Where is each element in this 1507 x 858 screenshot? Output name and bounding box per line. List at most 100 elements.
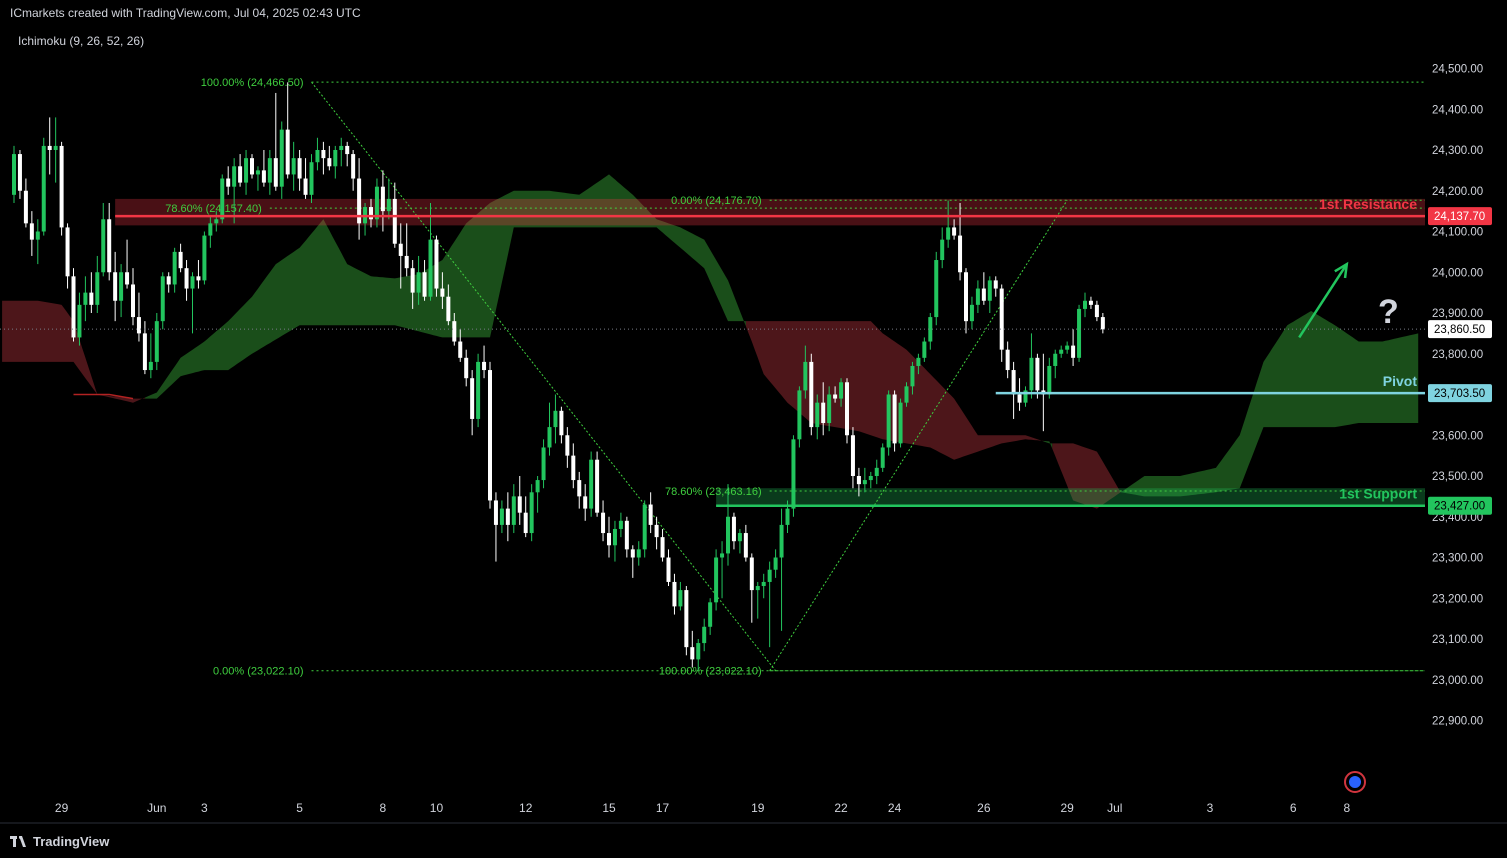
candle-body <box>904 386 909 403</box>
candle-body <box>553 410 558 428</box>
candle-bearish <box>71 268 76 342</box>
candle-body <box>131 284 135 318</box>
candle-body <box>422 272 427 297</box>
candle-body <box>779 524 784 558</box>
candle-body <box>119 272 124 301</box>
candle-body <box>59 145 64 228</box>
y-tick-label: 24,400.00 <box>1432 104 1483 116</box>
candle-body <box>755 586 760 591</box>
candle-bearish <box>488 361 492 509</box>
candle-body <box>172 251 177 285</box>
candle-body <box>440 288 445 297</box>
tradingview-logo[interactable]: TradingView <box>10 831 109 851</box>
candle-body <box>178 251 183 269</box>
candle-body <box>53 145 58 150</box>
price-chart[interactable]: 100.00% (24,466.50)78.60% (24,157.40)0.0… <box>0 0 1507 858</box>
x-tick-label: 17 <box>656 801 670 815</box>
fib-level-label: 78.60% (23,463.16) <box>665 486 762 498</box>
candle-body <box>29 223 34 240</box>
candle-bullish <box>714 549 719 611</box>
candle-body <box>630 549 635 558</box>
candle-body <box>1083 300 1087 309</box>
candle-body <box>1065 345 1070 350</box>
candle-body <box>595 459 600 513</box>
candle-body <box>827 394 832 424</box>
candle-body <box>726 516 730 554</box>
candle-body <box>690 647 695 660</box>
candle-body <box>589 459 594 509</box>
x-tick-label: 29 <box>1060 801 1074 815</box>
candle-body <box>333 150 338 167</box>
candle-body <box>999 288 1004 350</box>
candle-body <box>714 557 719 603</box>
candle-body <box>1077 308 1082 358</box>
candle-body <box>892 394 897 444</box>
candle-body <box>731 516 736 542</box>
y-tick-label: 23,500.00 <box>1432 471 1483 483</box>
candle-body <box>404 255 409 269</box>
candle-body <box>803 361 808 391</box>
x-tick-label: 3 <box>1207 801 1214 815</box>
candle-bullish <box>529 484 534 542</box>
candle-body <box>1088 300 1093 305</box>
candle-body <box>41 145 46 232</box>
candle-body <box>208 223 213 236</box>
candle-body <box>482 361 487 371</box>
x-tick-label: 8 <box>1343 801 1350 815</box>
last-price-label: 23,860.50 <box>1434 324 1485 336</box>
candle-bearish <box>59 141 64 236</box>
tradingview-wordmark: TradingView <box>33 833 110 849</box>
level-value-1st-support: 23,427.00 <box>1434 501 1485 513</box>
candle-body <box>845 382 849 436</box>
candle-body <box>910 365 915 387</box>
candle-bullish <box>476 353 481 428</box>
candle-bullish <box>154 313 159 371</box>
candle-bearish <box>845 378 849 444</box>
x-tick-label: 8 <box>380 801 387 815</box>
candle-body <box>1059 349 1064 354</box>
candle-body <box>125 272 130 285</box>
x-tick-label: 6 <box>1290 801 1297 815</box>
candle-body <box>874 467 879 476</box>
candle-body <box>571 455 576 481</box>
candle-body <box>142 333 147 371</box>
candle-body <box>255 170 260 175</box>
candle-body <box>642 504 647 550</box>
candle-body <box>327 158 332 167</box>
candle-body <box>541 447 546 481</box>
candle-body <box>369 207 373 220</box>
tradingview-icon <box>10 835 28 847</box>
candle-body <box>577 480 582 497</box>
candle-body <box>618 520 623 529</box>
candle-body <box>23 190 28 224</box>
candle-body <box>773 557 778 570</box>
candle-body <box>12 154 16 195</box>
chart-attribution: ICmarkets created with TradingView.com, … <box>10 6 361 20</box>
x-tick-label: 29 <box>55 801 69 815</box>
candle-body <box>1094 304 1099 318</box>
candle-body <box>993 280 998 289</box>
y-tick-label: 22,900.00 <box>1432 716 1483 728</box>
candle-bearish <box>684 586 689 656</box>
candle-body <box>523 512 528 534</box>
candle-body <box>279 129 284 187</box>
candle-body <box>839 382 844 399</box>
candle-bearish <box>892 390 897 452</box>
x-tick-label: 19 <box>751 801 765 815</box>
candle-bearish <box>809 353 814 436</box>
candle-body <box>505 508 510 525</box>
y-tick-label: 23,200.00 <box>1432 593 1483 605</box>
fib-level-label: 0.00% (24,176.70) <box>671 195 762 207</box>
candle-body <box>285 129 290 175</box>
x-tick-label: 3 <box>201 801 208 815</box>
candle-body <box>559 410 564 436</box>
y-tick-label: 23,100.00 <box>1432 634 1483 646</box>
candle-body <box>583 496 588 509</box>
candle-bearish <box>434 235 439 297</box>
candle-body <box>488 370 492 501</box>
candle-body <box>850 435 855 476</box>
candle-body <box>529 492 534 534</box>
y-tick-label: 23,000.00 <box>1432 675 1483 687</box>
candle-body <box>743 533 748 558</box>
indicator-legend[interactable]: Ichimoku (9, 26, 52, 26) <box>18 34 144 48</box>
